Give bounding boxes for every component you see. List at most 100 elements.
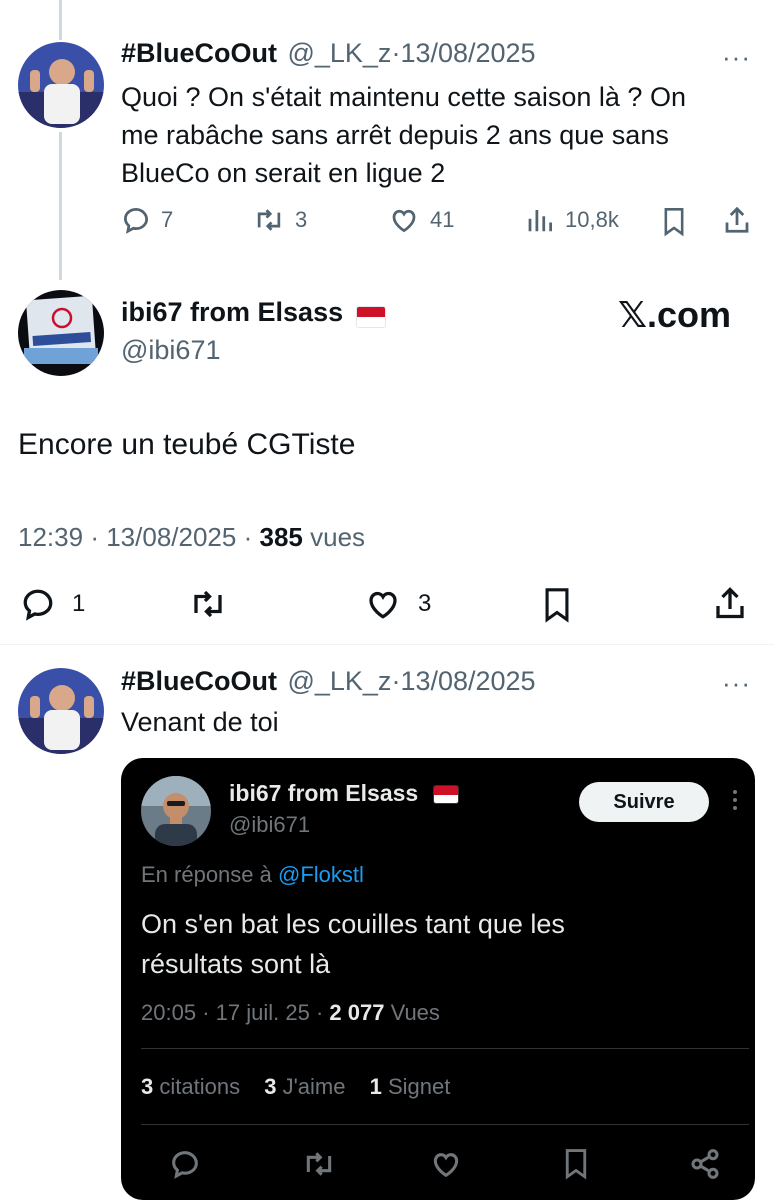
share-nodes-icon: [691, 1149, 719, 1179]
reply-icon: [172, 1151, 198, 1179]
tweet-date[interactable]: 13/08/2025: [400, 666, 535, 696]
reply-to-link[interactable]: @Flokstl: [278, 862, 364, 887]
tweet-text-line: me rabâche sans arrêt depuis 2 ans que s…: [121, 120, 669, 150]
bookmark-button[interactable]: [540, 584, 574, 624]
author-handle[interactable]: @_LK_z: [287, 666, 391, 696]
bookmark-button[interactable]: [660, 205, 688, 237]
separator-dot: ·: [202, 1000, 210, 1025]
bookmarks-count: 1: [369, 1074, 382, 1099]
likes-stat[interactable]: 3 J'aime: [264, 1074, 351, 1099]
avatar[interactable]: [141, 776, 211, 846]
share-icon: [725, 206, 749, 233]
bookmark-icon: [545, 588, 569, 623]
avatar[interactable]: [18, 668, 104, 754]
tweet-date[interactable]: 13/08/2025: [400, 38, 535, 68]
tweet-text: Encore un teubé CGTiste: [18, 428, 356, 461]
share-icon: [716, 587, 744, 619]
divider: [0, 644, 774, 645]
likes-count: 3: [264, 1074, 277, 1099]
reply-count: 1: [72, 590, 86, 617]
tweet-header: #BlueCoOut @_LK_z·13/08/2025: [121, 38, 536, 69]
retweet-icon: [306, 1152, 332, 1176]
author-name-row: ibi67 from Elsass: [121, 297, 386, 328]
author-name[interactable]: ibi67 from Elsass: [229, 780, 418, 806]
retweet-button[interactable]: 3: [253, 205, 307, 235]
reply-icon: [23, 589, 53, 621]
bookmarks-stat[interactable]: 1 Signet: [370, 1074, 451, 1099]
share-button[interactable]: [722, 205, 752, 235]
retweet-icon: [257, 209, 281, 231]
views-button[interactable]: 10,8k: [525, 205, 619, 235]
like-button[interactable]: 41: [388, 205, 454, 235]
author-name[interactable]: #BlueCoOut: [121, 38, 277, 68]
more-options-icon[interactable]: ···: [722, 42, 751, 73]
like-button[interactable]: 3: [364, 586, 431, 622]
tweet-text: Venant de toi: [121, 707, 279, 737]
tweet-text-line: BlueCo on serait en ligue 2: [121, 158, 446, 188]
tweet-text-line: résultats sont là: [141, 949, 331, 979]
views-label: vues: [310, 522, 366, 552]
engagement-stats: 3 citations 3 J'aime 1 Signet: [141, 1074, 450, 1100]
tweet-time[interactable]: 12:39: [18, 522, 83, 552]
share-button[interactable]: [712, 584, 748, 622]
quotes-stat[interactable]: 3 citations: [141, 1074, 246, 1099]
reply-button[interactable]: 1: [20, 586, 85, 622]
tweet-text: On s'en bat les couilles tant que les ré…: [141, 904, 565, 984]
tweet-date[interactable]: 13/08/2025: [106, 522, 236, 552]
views-count: 385: [259, 522, 303, 552]
heart-icon: [433, 1153, 459, 1178]
tweet-time[interactable]: 20:05: [141, 1000, 196, 1025]
avatar[interactable]: [18, 42, 104, 128]
more-options-icon[interactable]: [733, 790, 737, 810]
tweet-meta: 20:05 · 17 juil. 25 · 2 077 Vues: [141, 1000, 440, 1026]
tweet-header: #BlueCoOut @_LK_z·13/08/2025: [121, 666, 536, 697]
reply-icon: [123, 207, 149, 234]
likes-label: J'aime: [282, 1074, 346, 1099]
quotes-label: citations: [159, 1074, 241, 1099]
more-options-icon[interactable]: ···: [722, 668, 751, 699]
like-button[interactable]: [429, 1148, 463, 1185]
author-name[interactable]: #BlueCoOut: [121, 666, 277, 696]
views-count: 10,8k: [565, 207, 619, 232]
retweet-button[interactable]: [188, 586, 228, 622]
author-name-row: ibi67 from Elsass: [229, 780, 459, 807]
views-icon: [528, 210, 552, 232]
separator-dot: ·: [315, 1000, 324, 1025]
heart-icon: [369, 591, 397, 619]
retweet-button[interactable]: [301, 1148, 337, 1185]
reply-prefix: En réponse à: [141, 862, 272, 887]
embedded-tweet-card[interactable]: ibi67 from Elsass @ibi671 Suivre En répo…: [121, 758, 755, 1200]
author-handle[interactable]: @ibi671: [229, 812, 310, 838]
views-label: Vues: [390, 1000, 440, 1025]
separator-dot: ·: [90, 522, 99, 552]
quotes-count: 3: [141, 1074, 154, 1099]
bookmark-button[interactable]: [561, 1146, 591, 1185]
views-count: 2 077: [329, 1000, 385, 1025]
retweet-count: 3: [295, 207, 308, 232]
reply-button[interactable]: 7: [121, 205, 173, 235]
divider: [141, 1048, 749, 1049]
flag-icon: [432, 785, 459, 805]
x-watermark: 𝕏.com: [618, 294, 732, 335]
thread-line-top: [59, 0, 62, 40]
retweet-icon: [194, 590, 222, 618]
bookmark-icon: [664, 208, 684, 237]
separator-dot: ·: [243, 522, 253, 552]
tweet-text-line: Quoi ? On s'était maintenu cette saison …: [121, 82, 686, 112]
tweet-date[interactable]: 17 juil. 25: [216, 1000, 310, 1025]
tweet-text: Quoi ? On s'était maintenu cette saison …: [121, 78, 761, 192]
reply-button[interactable]: [169, 1148, 201, 1185]
reply-count: 7: [161, 207, 174, 232]
bookmark-icon: [565, 1149, 587, 1180]
share-button[interactable]: [689, 1148, 721, 1185]
author-handle[interactable]: @_LK_z: [287, 38, 391, 68]
tweet-text-line: On s'en bat les couilles tant que les: [141, 909, 565, 939]
avatar[interactable]: [18, 290, 104, 376]
tweet-meta: 12:39 · 13/08/2025 · 385 vues: [18, 522, 365, 553]
heart-icon: [392, 209, 416, 233]
thread-line-connector: [59, 132, 62, 280]
author-name[interactable]: ibi67 from Elsass: [121, 297, 343, 327]
author-handle[interactable]: @ibi671: [121, 335, 220, 366]
bookmarks-label: Signet: [387, 1074, 451, 1099]
follow-button[interactable]: Suivre: [579, 782, 709, 822]
